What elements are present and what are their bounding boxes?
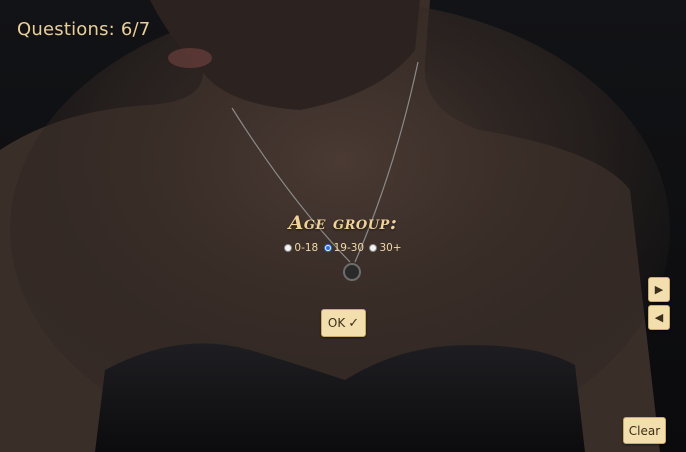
- option-label: 0-18: [294, 242, 319, 254]
- option-0-18[interactable]: 0-18: [284, 242, 318, 254]
- option-19-30[interactable]: 19-30: [323, 242, 365, 254]
- question-title: Age group:: [288, 212, 398, 234]
- play-right-icon: ▶: [654, 283, 664, 296]
- quiz-screen: Questions: 6/7 Age group: 0-18 19-30 30+…: [0, 0, 686, 452]
- ok-label: OK: [327, 316, 346, 330]
- clear-button[interactable]: Clear: [623, 417, 666, 444]
- question-counter: Questions: 6/7: [17, 19, 151, 40]
- radio-19-30[interactable]: [323, 244, 332, 252]
- play-left-icon: ◀: [654, 311, 664, 324]
- clear-label: Clear: [628, 423, 661, 438]
- option-30-plus[interactable]: 30+: [369, 242, 402, 254]
- option-label: 19-30: [333, 242, 365, 254]
- radio-30-plus[interactable]: [369, 244, 378, 252]
- next-question-button[interactable]: ▶: [648, 277, 670, 302]
- ok-button[interactable]: OK ✓: [321, 309, 366, 337]
- question-block: Age group:: [0, 212, 686, 234]
- radio-0-18[interactable]: [284, 244, 293, 252]
- age-group-options: 0-18 19-30 30+: [0, 242, 686, 255]
- previous-question-button[interactable]: ◀: [648, 305, 670, 330]
- option-label: 30+: [379, 242, 402, 254]
- check-icon: ✓: [348, 315, 360, 331]
